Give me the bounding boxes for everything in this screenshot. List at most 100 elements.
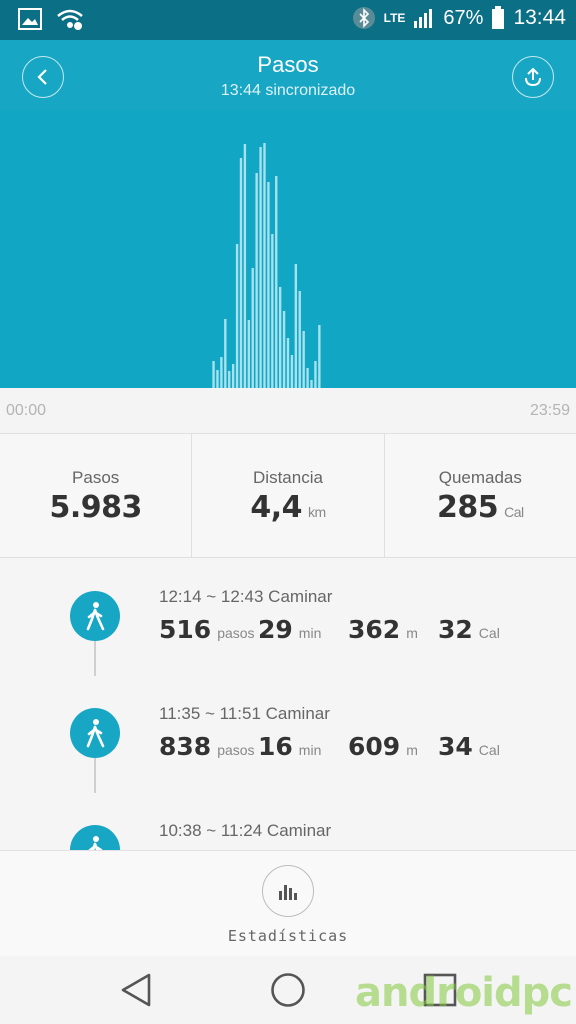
stat-distance: 362 m xyxy=(348,615,418,644)
nav-home-button[interactable] xyxy=(266,968,310,1012)
sync-status: 13:44 sincronizado xyxy=(220,82,356,99)
chart-bar xyxy=(306,368,309,388)
summary-panel: Pasos 5.983 Distancia 4,4 km Quemadas 285… xyxy=(0,434,576,558)
calories-unit: Cal xyxy=(478,625,500,641)
share-button[interactable] xyxy=(512,56,554,98)
chart-bar xyxy=(302,331,305,388)
statistics-label[interactable]: Estadísticas xyxy=(0,927,576,945)
chart-bar xyxy=(275,176,278,388)
distance-value: 362 xyxy=(348,615,401,644)
chart-time-axis: 00:00 23:59 xyxy=(0,388,576,434)
walk-icon xyxy=(70,708,120,758)
stat-steps: 516 pasos xyxy=(159,615,255,644)
calories-value: 32 xyxy=(438,615,473,644)
chart-bar xyxy=(243,144,247,388)
steps-value: 516 xyxy=(159,615,212,644)
upload-icon xyxy=(525,67,541,87)
activity-time: 12:14 ~ 12:43 Caminar xyxy=(159,587,333,606)
chart-bar xyxy=(267,182,270,388)
activity-item[interactable]: 11:35 ~ 11:51 Caminar 838 pasos 16 min 609… xyxy=(0,676,576,793)
duration-value: 16 xyxy=(258,732,293,761)
chart-bar xyxy=(314,361,317,388)
chart-bar xyxy=(318,325,321,388)
chart-bar xyxy=(224,319,227,388)
chart-bar xyxy=(220,357,223,388)
distance-unit: km xyxy=(307,504,326,520)
activity-stats: 516 pasos 29 min 362 m 32 Cal xyxy=(159,615,576,649)
steps-chart-svg xyxy=(212,143,321,388)
bar-chart-icon xyxy=(279,885,297,900)
activity-timeline[interactable]: 12:14 ~ 12:43 Caminar 516 pasos 29 min 362… xyxy=(0,559,576,850)
chart-bar xyxy=(310,380,313,388)
chart-bar xyxy=(228,371,231,388)
clock: 13:44 xyxy=(513,6,566,29)
chart-bar xyxy=(263,143,266,388)
walk-icon xyxy=(70,591,120,641)
activity-item[interactable]: 12:14 ~ 12:43 Caminar 516 pasos 29 min 362… xyxy=(0,559,576,676)
steps-unit: pasos xyxy=(217,742,255,758)
steps-chart[interactable] xyxy=(0,110,576,388)
statistics-button[interactable] xyxy=(262,865,314,917)
stat-steps: 838 pasos xyxy=(159,732,255,761)
summary-distance: Distancia 4,4 km xyxy=(192,434,385,557)
summary-calories: Quemadas 285 Cal xyxy=(385,434,576,557)
duration-value: 29 xyxy=(258,615,293,644)
back-triangle-icon xyxy=(121,973,151,1007)
chart-bar xyxy=(298,291,301,388)
axis-end-label: 23:59 xyxy=(529,402,570,419)
chart-bar xyxy=(251,268,254,388)
steps-total: 5.983 xyxy=(49,490,142,525)
chart-bar xyxy=(290,355,294,388)
summary-value: 285 Cal xyxy=(385,490,576,525)
stat-calories: 34 Cal xyxy=(438,732,500,761)
chart-bar xyxy=(259,147,262,388)
status-bar: LTE 67% 13:44 xyxy=(0,0,576,40)
summary-label: Pasos xyxy=(72,468,120,487)
stat-duration: 29 min xyxy=(258,615,321,644)
summary-steps: Pasos 5.983 xyxy=(0,434,193,557)
page-title: Pasos xyxy=(257,52,319,77)
signal-icon xyxy=(414,9,433,28)
summary-value: 5.983 xyxy=(0,490,191,525)
distance-total: 4,4 xyxy=(250,490,302,525)
calories-value: 34 xyxy=(438,732,473,761)
chart-bar xyxy=(255,173,258,388)
activity-item[interactable]: 10:38 ~ 11:24 Caminar xyxy=(0,793,576,850)
image-icon xyxy=(18,8,42,30)
activity-time: 11:35 ~ 11:51 Caminar xyxy=(159,704,330,723)
chart-bar xyxy=(278,287,282,388)
steps-value: 838 xyxy=(159,732,212,761)
network-type: LTE xyxy=(383,11,406,25)
summary-label: Distancia xyxy=(253,468,323,487)
battery-icon xyxy=(492,6,505,29)
app-bar: Pasos 13:44 sincronizado xyxy=(0,40,576,110)
distance-unit: m xyxy=(406,742,418,758)
stat-calories: 32 Cal xyxy=(438,615,500,644)
chart-bar xyxy=(212,361,215,388)
chart-bar xyxy=(247,320,250,388)
nav-back-button[interactable] xyxy=(114,968,158,1012)
bottom-bar: Estadísticas xyxy=(0,850,576,956)
chart-bar xyxy=(282,311,286,388)
chart-bar xyxy=(294,264,298,388)
chart-bar xyxy=(271,234,274,388)
chart-bar xyxy=(239,158,243,388)
calories-unit: Cal xyxy=(504,504,524,520)
distance-value: 609 xyxy=(348,732,401,761)
calories-unit: Cal xyxy=(478,742,500,758)
home-circle-icon xyxy=(271,973,305,1007)
activity-stats: 838 pasos 16 min 609 m 34 Cal xyxy=(159,732,576,766)
calories-total: 285 xyxy=(437,490,499,525)
summary-value: 4,4 km xyxy=(192,490,383,525)
chart-bar xyxy=(235,244,239,388)
duration-unit: min xyxy=(298,625,322,641)
axis-start-label: 00:00 xyxy=(6,402,47,419)
system-nav-bar: androidpc xyxy=(0,956,576,1024)
steps-unit: pasos xyxy=(217,625,255,641)
chart-bar xyxy=(231,364,235,388)
wifi-icon xyxy=(57,9,83,30)
stat-duration: 16 min xyxy=(258,732,321,761)
stat-distance: 609 m xyxy=(348,732,418,761)
activity-time: 10:38 ~ 11:24 Caminar xyxy=(159,821,332,840)
summary-label: Quemadas xyxy=(438,468,522,487)
